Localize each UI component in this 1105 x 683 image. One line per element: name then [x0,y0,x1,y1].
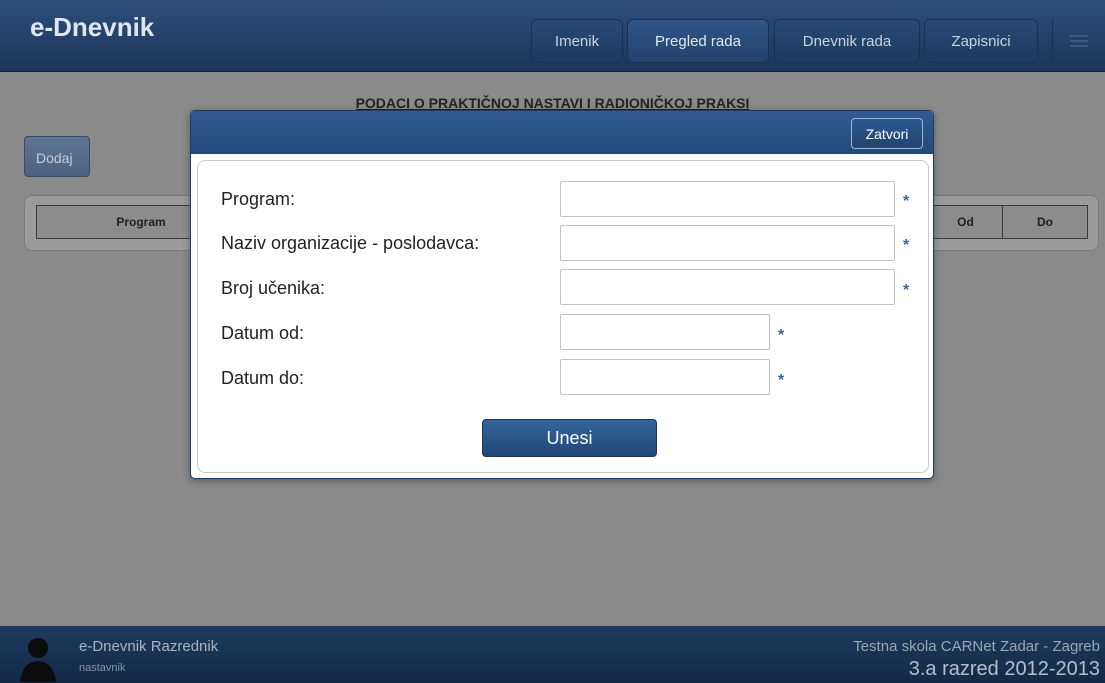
program-label: Program: [221,189,296,209]
student-count-input[interactable] [560,269,895,305]
top-navbar: e-Dnevnik Imenik Pregled rada Dnevnik ra… [0,0,1105,72]
nav-zapisnici[interactable]: Zapisnici [924,19,1038,63]
submit-button[interactable]: Unesi [482,419,657,457]
nav-pregled-rada[interactable]: Pregled rada [627,19,769,63]
class-year: 3.a razred 2012-2013 [908,658,1100,680]
user-name: e-Dnevnik Razrednik [79,638,219,655]
organization-label: Naziv organizacije - poslodavca: [221,233,480,253]
required-mark: * [778,372,785,389]
add-button[interactable]: Dodaj [24,136,90,177]
close-button[interactable]: Zatvori [851,118,923,149]
column-header-od[interactable]: Od [928,205,1003,239]
footer-bar: e-Dnevnik Razrednik nastavnik Testna sko… [0,626,1105,683]
nav-dnevnik-rada[interactable]: Dnevnik rada [774,19,920,63]
program-input[interactable] [560,181,895,217]
app-logo[interactable]: e-Dnevnik [30,12,154,43]
school-name: Testna skola CARNet Zadar - Zagreb [853,638,1100,655]
user-avatar-icon [18,634,58,682]
date-to-input[interactable] [560,359,770,395]
date-to-label: Datum do: [221,368,305,388]
hamburger-icon [1070,35,1088,47]
required-mark: * [903,193,910,210]
user-role: nastavnik [79,662,126,674]
required-mark: * [903,237,910,254]
required-mark: * [903,282,910,299]
student-count-label: Broj učenika: [221,278,326,298]
dialog-header: Zatvori [191,111,933,154]
dialog-form: Program: * Naziv organizacije - poslodav… [197,160,929,473]
menu-button[interactable] [1052,19,1105,63]
organization-input[interactable] [560,225,895,261]
page-title: PODACI O PRAKTIČNOJ NASTAVI I RADIONIČKO… [355,95,750,111]
date-from-input[interactable] [560,314,770,350]
practice-entry-dialog: Zatvori Program: * Naziv organizacije - … [190,110,934,479]
date-from-label: Datum od: [221,323,305,343]
column-header-do[interactable]: Do [1002,205,1088,239]
nav-imenik[interactable]: Imenik [531,19,623,63]
required-mark: * [778,327,785,344]
